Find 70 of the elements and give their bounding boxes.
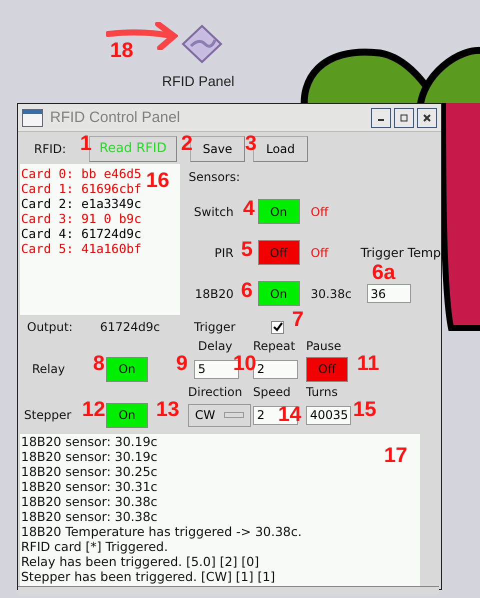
delay-label: Delay <box>197 339 232 353</box>
turns-label: Turns <box>306 385 338 399</box>
annotation-number: 5 <box>241 239 253 260</box>
annotation-number: 16 <box>146 170 170 191</box>
pause-label: Pause <box>306 339 342 353</box>
repeat-label: Repeat <box>253 339 296 353</box>
window-title: RFID Control Panel <box>50 109 182 126</box>
log-line: 18B20 sensor: 30.38c <box>21 494 158 509</box>
log-line: 18B20 Temperature has triggered -> 30.38c. <box>21 524 302 539</box>
trigger-temp-label: Trigger Temp <box>360 245 441 260</box>
close-icon <box>423 114 431 122</box>
log-line: Relay has been triggered. [5.0] [2] [0] <box>21 554 260 569</box>
sensor-toggle-button[interactable]: On <box>258 199 300 224</box>
log-line: RFID card [*] Triggered. <box>21 539 168 554</box>
log-line: Stepper has been triggered. [CW] [1] [1] <box>21 569 276 584</box>
card-item[interactable]: Card 3: 91 0 b9c <box>21 211 142 226</box>
log-line: 18B20 sensor: 30.25c <box>21 464 158 479</box>
turns-field[interactable]: 40035 <box>306 406 351 424</box>
trigger-checkbox[interactable] <box>271 320 284 334</box>
pause-toggle-button[interactable]: Off <box>306 356 348 382</box>
annotation-number: 13 <box>156 399 180 420</box>
stepper-label: Stepper <box>24 408 72 422</box>
stepper-toggle-button[interactable]: On <box>106 402 148 428</box>
card-item[interactable]: Card 1: 61696cbf <box>21 181 142 196</box>
card-item[interactable]: Card 5: 41a160bf <box>21 241 142 256</box>
sensor-label: Switch <box>192 204 234 218</box>
relay-label: Relay <box>32 362 65 376</box>
direction-label: Direction <box>188 385 242 399</box>
desktop-icon-label[interactable]: RFID Panel <box>162 73 234 89</box>
minimize-button[interactable] <box>371 108 391 128</box>
direction-dropdown[interactable]: CW <box>188 404 251 426</box>
annotation-number: 15 <box>353 399 376 420</box>
sensor-toggle-button[interactable]: On <box>258 281 300 306</box>
horizontal-scrollbar[interactable] <box>18 586 439 594</box>
trigger-label: Trigger <box>193 320 236 334</box>
annotation-number: 1 <box>80 133 92 154</box>
annotation-number: 6 <box>241 280 253 301</box>
annotation-number: 9 <box>176 353 188 374</box>
log-line: 18B20 sensor: 30.19c <box>21 449 158 464</box>
card-item[interactable]: Card 0: bb e46d5 <box>21 166 142 181</box>
log-line: 18B20 sensor: 30.38c <box>21 509 158 524</box>
sensor-toggle-button[interactable]: Off <box>258 240 300 265</box>
maximize-icon <box>400 114 408 122</box>
maximize-button[interactable] <box>394 108 414 128</box>
annotation-number: 12 <box>82 399 106 420</box>
sensor-reading: Off <box>310 204 330 218</box>
window-icon <box>22 108 43 126</box>
annotation-number: 8 <box>93 353 105 374</box>
close-button[interactable] <box>417 108 437 128</box>
log-line: 18B20 sensor: 30.19c <box>21 434 158 449</box>
annotation-number: 2 <box>181 133 193 154</box>
output-value: 61724d9c <box>100 320 162 334</box>
sensor-label: PIR <box>213 246 234 260</box>
annotation-number: 7 <box>292 309 304 330</box>
sensor-reading: 30.38c <box>310 286 353 300</box>
annotation-number: 6a <box>372 262 396 283</box>
trigger-temp-field[interactable]: 36 <box>366 284 411 303</box>
annotation-number: 11 <box>357 353 380 374</box>
speed-label: Speed <box>253 385 291 399</box>
annotation-number: 4 <box>243 198 255 219</box>
card-item[interactable]: Card 4: 61724d9c <box>21 226 142 241</box>
rfid-label: RFID: <box>33 142 68 156</box>
sensor-label: 18B20 <box>194 286 234 300</box>
card-item[interactable]: Card 2: e1a3349c <box>21 196 142 211</box>
app-diamond-icon[interactable] <box>181 24 223 64</box>
sensors-heading: Sensors: <box>188 170 242 184</box>
log-line: 18B20 sensor: 30.31c <box>21 479 158 494</box>
annotation-number: 17 <box>384 445 408 466</box>
relay-toggle-button[interactable]: On <box>106 356 148 382</box>
annotation-number: 18 <box>110 40 134 61</box>
